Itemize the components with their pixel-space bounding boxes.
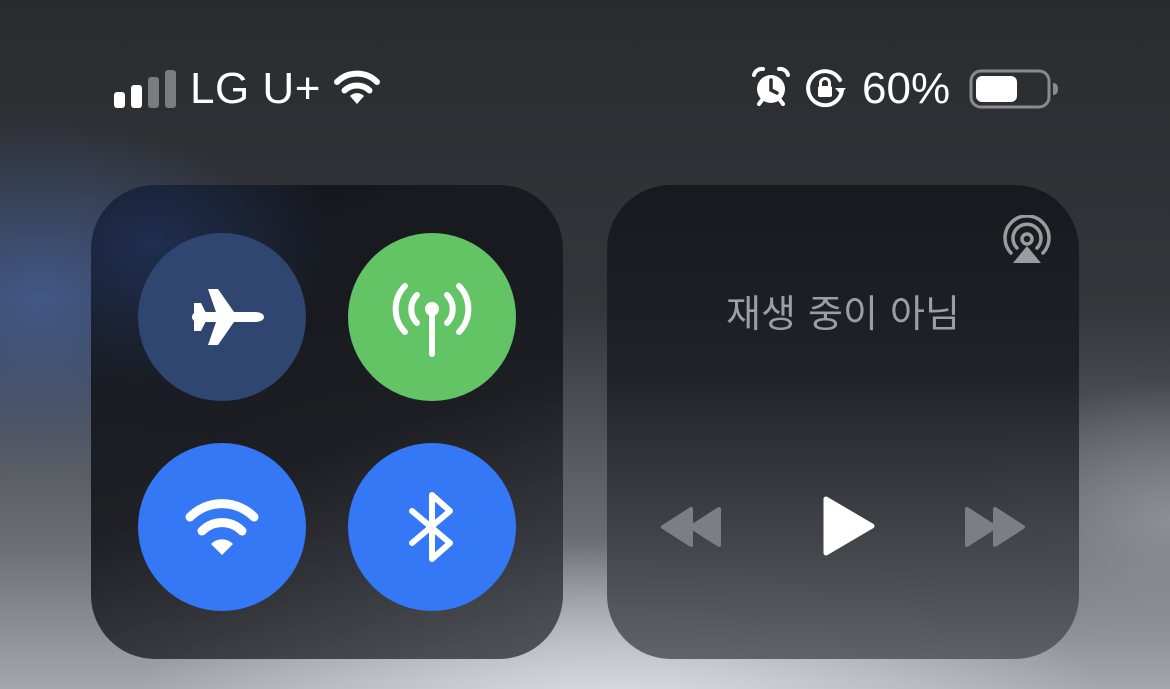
signal-strength-icon xyxy=(114,70,178,108)
bluetooth-icon xyxy=(409,492,453,562)
signal-bar xyxy=(114,92,125,108)
now-playing-panel: 재생 중이 아님 xyxy=(607,185,1079,659)
battery-icon xyxy=(969,69,1058,109)
signal-bar xyxy=(131,85,142,108)
alarm-icon xyxy=(752,66,790,106)
carrier-name: LG U+ xyxy=(190,64,321,113)
status-bar: LG U+ 60% xyxy=(0,0,1170,180)
airplane-icon xyxy=(192,289,264,345)
fast-forward-icon[interactable] xyxy=(959,495,1029,559)
battery-percentage: 60% xyxy=(862,64,951,113)
wifi-icon xyxy=(185,499,259,555)
signal-bar xyxy=(148,77,159,108)
antenna-icon xyxy=(392,283,472,357)
airplay-icon[interactable] xyxy=(1001,215,1053,267)
cellular-data-toggle[interactable] xyxy=(348,233,516,401)
bluetooth-toggle[interactable] xyxy=(348,443,516,611)
play-icon[interactable] xyxy=(810,491,880,561)
airplane-mode-toggle[interactable] xyxy=(138,233,306,401)
now-playing-status: 재생 중이 아님 xyxy=(726,292,960,336)
orientation-lock-icon xyxy=(806,69,846,108)
wifi-toggle[interactable] xyxy=(138,443,306,611)
rewind-icon[interactable] xyxy=(657,495,727,559)
wifi-icon xyxy=(334,70,380,104)
signal-bar xyxy=(165,70,176,108)
connectivity-panel xyxy=(91,185,563,659)
